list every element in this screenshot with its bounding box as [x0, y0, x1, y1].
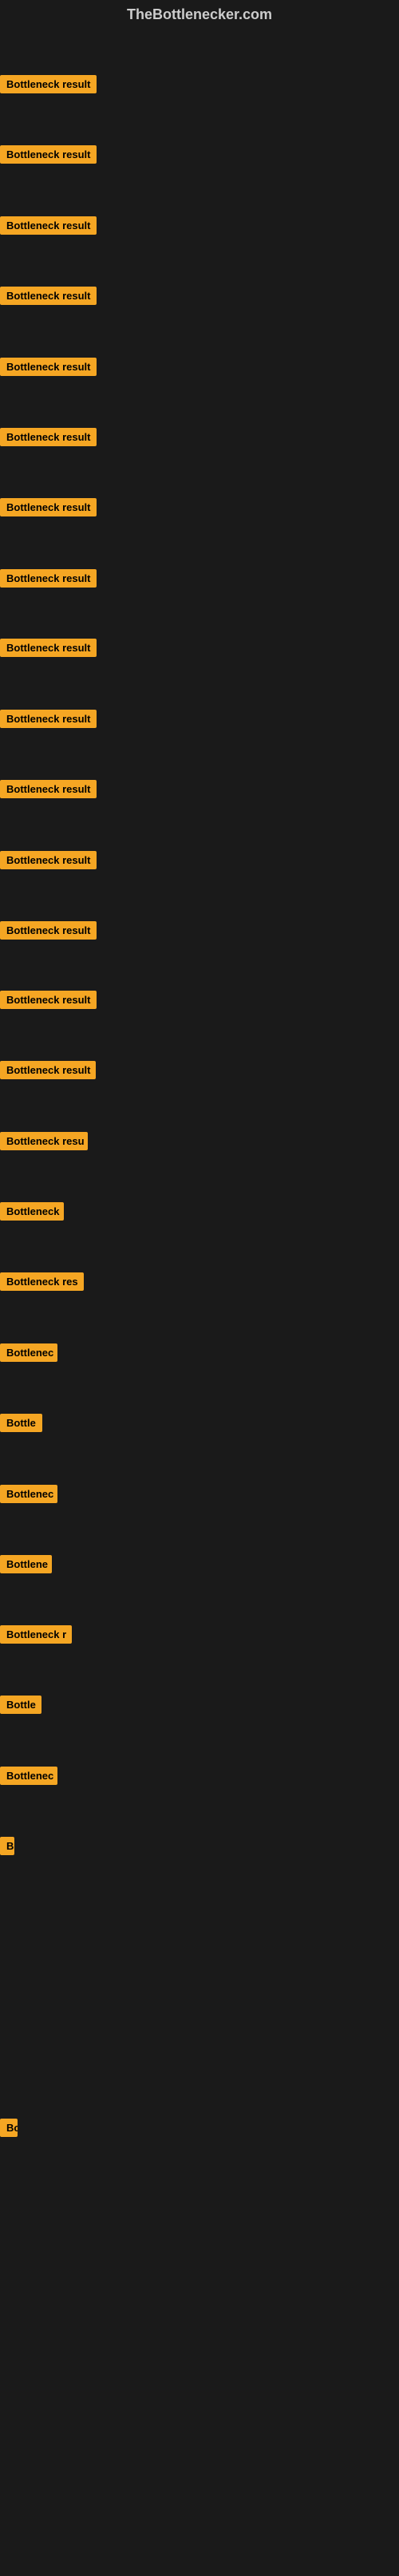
bottleneck-badge[interactable]: Bottleneck result: [0, 851, 97, 869]
bottleneck-item: Bottleneck result: [0, 287, 97, 309]
bottleneck-badge[interactable]: Bottlenec: [0, 1767, 57, 1785]
bottleneck-badge[interactable]: Bottleneck result: [0, 639, 97, 657]
bottleneck-item: Bottlenec: [0, 1343, 57, 1366]
bottleneck-item: Bottleneck result: [0, 780, 97, 802]
bottleneck-badge[interactable]: Bottleneck resu: [0, 1132, 88, 1150]
bottleneck-item: Bottleneck result: [0, 75, 97, 97]
bottleneck-item: Bottleneck result: [0, 710, 97, 732]
bottleneck-badge[interactable]: B: [0, 1837, 14, 1855]
bottleneck-badge[interactable]: Bottleneck result: [0, 428, 97, 446]
bottleneck-item: Bottleneck result: [0, 921, 97, 944]
bottleneck-item: Bottlenec: [0, 1485, 57, 1507]
bottleneck-badge[interactable]: Bottleneck result: [0, 569, 97, 588]
bottleneck-badge[interactable]: Bottleneck result: [0, 498, 97, 516]
bottleneck-badge[interactable]: Bottleneck result: [0, 710, 97, 728]
bottleneck-item: Bottleneck result: [0, 569, 97, 592]
bottleneck-badge[interactable]: Bottleneck r: [0, 1625, 72, 1644]
bottleneck-item: Bottle: [0, 1414, 42, 1436]
bottleneck-badge[interactable]: Bottle: [0, 1696, 41, 1714]
bottleneck-item: Bottleneck result: [0, 1061, 96, 1083]
bottleneck-badge[interactable]: Bottleneck result: [0, 358, 97, 376]
bottleneck-item: Bottleneck: [0, 1202, 64, 1225]
bottleneck-item: Bottleneck result: [0, 498, 97, 520]
bottleneck-item: Bo: [0, 2119, 18, 2141]
bottleneck-item: B: [0, 1837, 14, 1859]
bottleneck-item: Bottlenec: [0, 1767, 57, 1789]
bottleneck-item: Bottleneck result: [0, 145, 97, 168]
bottleneck-item: Bottle: [0, 1696, 41, 1718]
bottleneck-badge[interactable]: Bottleneck res: [0, 1272, 84, 1291]
bottleneck-badge[interactable]: Bottleneck result: [0, 145, 97, 164]
bottleneck-item: Bottleneck result: [0, 639, 97, 661]
bottleneck-item: Bottleneck result: [0, 358, 97, 380]
bottleneck-badge[interactable]: Bottle: [0, 1414, 42, 1432]
bottleneck-badge[interactable]: Bottleneck: [0, 1202, 64, 1221]
bottleneck-badge[interactable]: Bottleneck result: [0, 75, 97, 93]
site-title: TheBottlenecker.com: [0, 0, 399, 30]
bottleneck-badge[interactable]: Bottlenec: [0, 1485, 57, 1503]
bottleneck-badge[interactable]: Bottlenec: [0, 1343, 57, 1362]
bottleneck-badge[interactable]: Bottleneck result: [0, 921, 97, 940]
bottleneck-item: Bottleneck result: [0, 216, 97, 239]
bottleneck-badge[interactable]: Bottleneck result: [0, 780, 97, 798]
bottleneck-badge[interactable]: Bottleneck result: [0, 287, 97, 305]
bottleneck-badge[interactable]: Bottleneck result: [0, 1061, 96, 1079]
bottleneck-item: Bottleneck resu: [0, 1132, 88, 1154]
bottleneck-item: Bottlene: [0, 1555, 52, 1577]
bottleneck-badge[interactable]: Bo: [0, 2119, 18, 2137]
bottleneck-badge[interactable]: Bottlene: [0, 1555, 52, 1573]
bottleneck-item: Bottleneck r: [0, 1625, 72, 1648]
bottleneck-badge[interactable]: Bottleneck result: [0, 991, 97, 1009]
bottleneck-item: Bottleneck result: [0, 428, 97, 450]
bottleneck-badge[interactable]: Bottleneck result: [0, 216, 97, 235]
bottleneck-item: Bottleneck result: [0, 991, 97, 1013]
bottleneck-item: Bottleneck res: [0, 1272, 84, 1295]
bottleneck-item: Bottleneck result: [0, 851, 97, 873]
